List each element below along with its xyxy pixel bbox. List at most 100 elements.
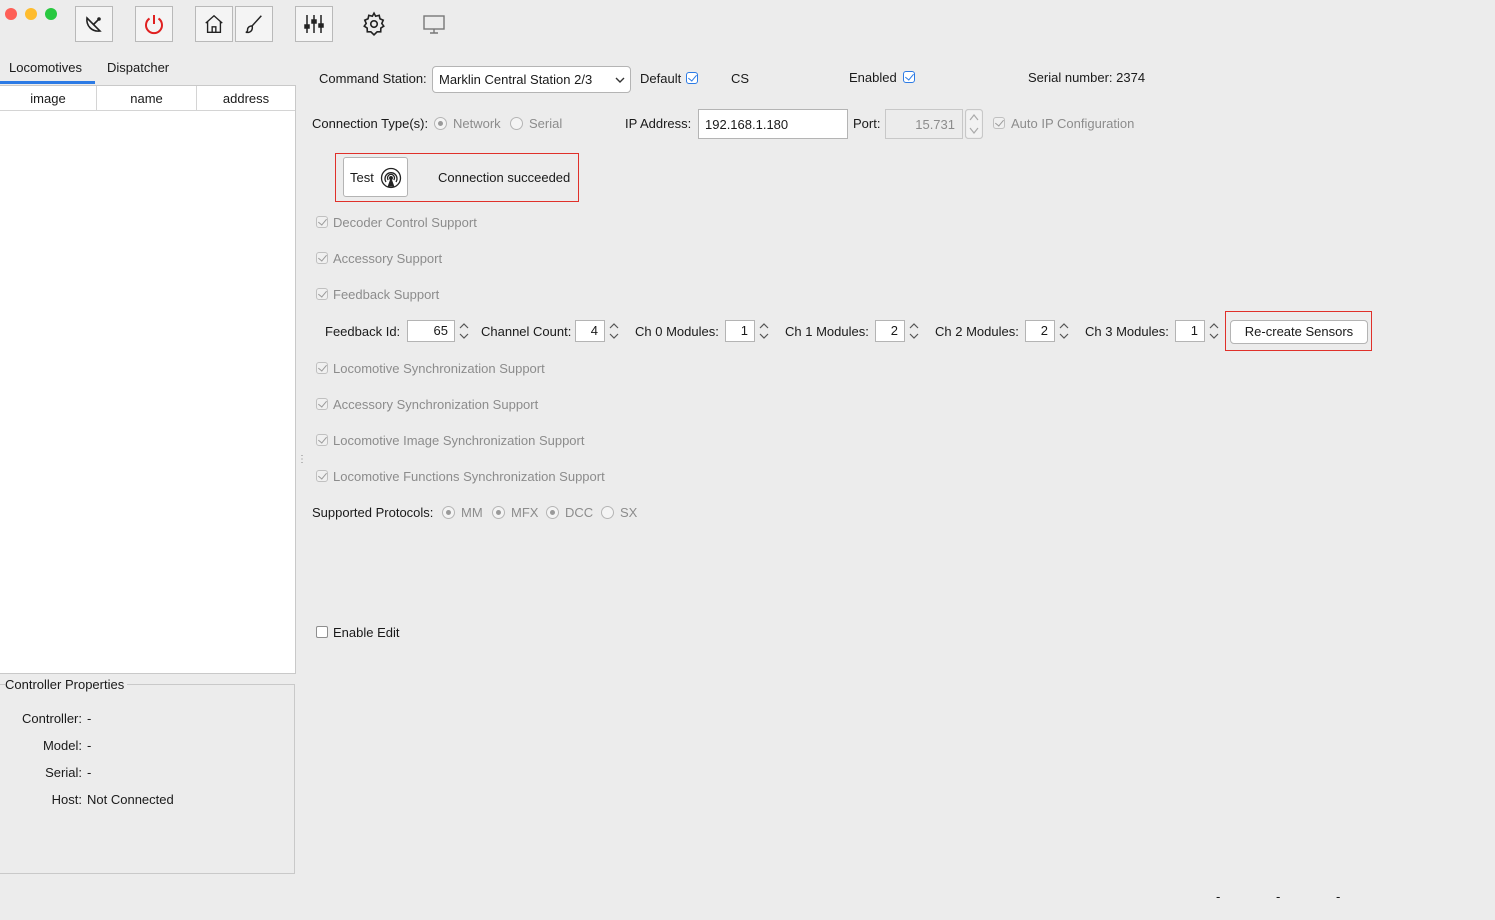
channel-count-value: 4 — [575, 320, 605, 342]
home-icon — [205, 14, 223, 33]
ip-address-label: IP Address: — [625, 116, 692, 131]
network-radio[interactable] — [434, 117, 447, 130]
monitor-button[interactable] — [415, 6, 453, 42]
column-header-image[interactable]: image — [0, 86, 97, 111]
ch0-modules-value: 1 — [725, 320, 755, 342]
gear-icon — [363, 11, 385, 36]
enabled-checkbox[interactable] — [903, 71, 915, 83]
connection-types-label: Connection Type(s): — [312, 116, 429, 131]
default-label: Default — [640, 71, 682, 86]
default-checkbox[interactable] — [686, 72, 698, 84]
ch0-modules-label: Ch 0 Modules: — [635, 324, 719, 339]
channel-count-stepper[interactable] — [605, 320, 623, 342]
power-button[interactable] — [135, 6, 173, 42]
column-header-address[interactable]: address — [197, 86, 295, 111]
close-window-button[interactable] — [5, 8, 17, 20]
loco-functions-sync-checkbox[interactable] — [316, 470, 328, 482]
loco-sync-checkbox[interactable] — [316, 362, 328, 374]
test-button[interactable]: Test — [343, 157, 408, 197]
zoom-window-button[interactable] — [45, 8, 57, 20]
port-field[interactable]: 15.731 — [885, 109, 963, 139]
network-label: Network — [453, 116, 501, 131]
ch3-modules-stepper[interactable] — [1205, 320, 1223, 342]
protocol-mfx-radio[interactable] — [492, 506, 505, 519]
splitter-handle[interactable]: ⋮ — [297, 455, 307, 472]
controller-value: - — [87, 711, 92, 726]
enabled-label: Enabled — [849, 70, 897, 85]
monitor-icon — [423, 15, 445, 34]
port-value: 15.731 — [915, 117, 955, 132]
status-field-3: - — [1336, 889, 1341, 904]
serial-type-label: Serial — [529, 116, 563, 131]
ch2-modules-stepper[interactable] — [1055, 320, 1073, 342]
channel-count-label: Channel Count: — [481, 324, 572, 339]
brush-button[interactable] — [235, 6, 273, 42]
feedback-support-label: Feedback Support — [333, 287, 440, 302]
model-label: Model: — [42, 738, 82, 753]
chevron-down-icon — [615, 77, 625, 83]
accessory-support-checkbox[interactable] — [316, 252, 328, 264]
broadcast-icon — [380, 167, 402, 189]
protocol-mm-radio[interactable] — [442, 506, 455, 519]
controller-label: Controller: — [22, 711, 82, 726]
supported-protocols-label: Supported Protocols: — [312, 505, 434, 520]
column-header-name[interactable]: name — [97, 86, 197, 111]
accessory-sync-checkbox[interactable] — [316, 398, 328, 410]
feedback-id-stepper[interactable] — [455, 320, 473, 342]
protocol-mm-label: MM — [461, 505, 483, 520]
ip-address-value: 192.168.1.180 — [705, 117, 789, 132]
home-button[interactable] — [195, 6, 233, 42]
feedback-support-checkbox[interactable] — [316, 288, 328, 300]
serial-value: - — [87, 765, 92, 780]
port-stepper[interactable] — [965, 109, 983, 139]
ch1-modules-label: Ch 1 Modules: — [785, 324, 869, 339]
protocol-dcc-radio[interactable] — [546, 506, 559, 519]
brush-icon — [245, 15, 262, 34]
ch0-modules-stepper[interactable] — [755, 320, 773, 342]
connection-status: Connection succeeded — [438, 170, 571, 185]
status-field-1: - — [1216, 889, 1221, 904]
serial-number-text: Serial number: 2374 — [1028, 70, 1146, 85]
decoder-control-checkbox[interactable] — [316, 216, 328, 228]
auto-ip-label: Auto IP Configuration — [1011, 116, 1135, 131]
loco-image-sync-checkbox[interactable] — [316, 434, 328, 446]
feedback-id-label: Feedback Id: — [325, 324, 401, 339]
serial-radio[interactable] — [510, 117, 523, 130]
tab-active-indicator — [0, 81, 95, 84]
sliders-button[interactable] — [295, 6, 333, 42]
protocol-sx-label: SX — [620, 505, 638, 520]
command-station-short-name: CS — [731, 71, 750, 86]
auto-ip-checkbox[interactable] — [993, 117, 1005, 129]
power-icon — [145, 15, 163, 35]
test-button-label: Test — [350, 170, 374, 185]
port-label: Port: — [853, 116, 881, 131]
loco-image-sync-label: Locomotive Image Synchronization Support — [333, 433, 585, 448]
ch1-modules-stepper[interactable] — [905, 320, 923, 342]
connect-icon — [86, 16, 102, 32]
decoder-control-label: Decoder Control Support — [333, 215, 477, 230]
ip-address-field[interactable]: 192.168.1.180 — [698, 109, 848, 139]
connect-button[interactable] — [75, 6, 113, 42]
controller-properties-title: Controller Properties — [5, 677, 128, 692]
command-station-label: Command Station: — [319, 71, 427, 86]
tab-dispatcher[interactable]: Dispatcher — [107, 60, 169, 75]
recreate-sensors-button[interactable]: Re-create Sensors — [1230, 320, 1368, 344]
locomotive-table[interactable]: image name address — [0, 85, 296, 674]
model-value: - — [87, 738, 92, 753]
protocol-sx-radio[interactable] — [601, 506, 614, 519]
loco-functions-sync-label: Locomotive Functions Synchronization Sup… — [333, 469, 605, 484]
tab-locomotives[interactable]: Locomotives — [9, 60, 82, 75]
minimize-window-button[interactable] — [25, 8, 37, 20]
ch2-modules-value: 2 — [1025, 320, 1055, 342]
command-station-selected: Marklin Central Station 2/3 — [439, 72, 593, 87]
loco-sync-label: Locomotive Synchronization Support — [333, 361, 545, 376]
enable-edit-label: Enable Edit — [333, 625, 400, 640]
enable-edit-checkbox[interactable] — [316, 626, 328, 638]
settings-button[interactable] — [355, 6, 393, 42]
ch1-modules-value: 2 — [875, 320, 905, 342]
command-station-select[interactable]: Marklin Central Station 2/3 — [432, 66, 631, 93]
host-label: Host: — [51, 792, 82, 807]
status-field-2: - — [1276, 889, 1281, 904]
protocol-mfx-label: MFX — [511, 505, 539, 520]
serial-label: Serial: — [45, 765, 82, 780]
